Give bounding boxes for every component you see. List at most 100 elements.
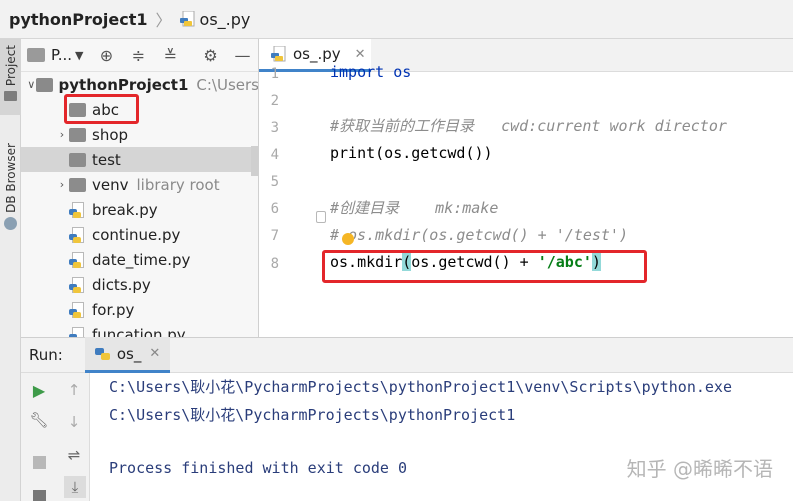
project-tool-tab[interactable]: Project <box>0 39 21 115</box>
breadcrumb-project[interactable]: pythonProject1 <box>9 10 148 29</box>
folder-icon <box>69 177 86 192</box>
run-console[interactable]: C:\Users\耿小花\PycharmProjects\pythonProje… <box>90 373 793 501</box>
python-file-icon <box>69 276 86 293</box>
tree-row-root[interactable]: ∨ pythonProject1 C:\Users <box>21 72 259 97</box>
code-line-3: #获取当前的工作目录 cwd:current work director <box>330 117 727 135</box>
library-root-hint: library root <box>136 175 220 194</box>
python-file-icon <box>271 45 287 62</box>
console-line: Process finished with exit code 0 <box>109 459 408 477</box>
tree-row-file[interactable]: dicts.py <box>21 272 258 297</box>
soft-wrap-icon[interactable]: ⇌ <box>65 446 83 464</box>
console-line: C:\Users\耿小花\PycharmProjects\pythonProje… <box>109 406 516 424</box>
scrollbar-thumb[interactable] <box>251 146 258 176</box>
python-file-icon <box>69 226 86 243</box>
console-line: C:\Users\耿小花\PycharmProjects\pythonProje… <box>109 378 732 396</box>
locate-icon[interactable]: ⊕ <box>97 46 115 65</box>
project-toolbar: P... ▼ ⊕ ≑ ≚ ⚙ — <box>21 39 258 72</box>
tree-row-file[interactable]: date_time.py <box>21 247 258 272</box>
tree-row-file[interactable]: funcation.py <box>21 322 258 338</box>
watermark: 知乎 @晞晞不语 <box>626 457 773 481</box>
tree-label: funcation.py <box>92 325 186 338</box>
tree-label: pythonProject1 <box>58 75 189 94</box>
tree-label: venv <box>92 175 129 194</box>
chevron-right-icon[interactable]: › <box>55 178 69 191</box>
database-icon <box>4 216 17 230</box>
lightbulb-icon[interactable] <box>342 233 354 245</box>
project-tool-window: P... ▼ ⊕ ≑ ≚ ⚙ — ∨ pythonProject1 C:\Use… <box>21 39 259 337</box>
tree-label: dicts.py <box>92 275 151 294</box>
tree-row-file[interactable]: continue.py <box>21 222 258 247</box>
python-file-icon <box>69 201 86 218</box>
chevron-right-icon[interactable]: › <box>55 128 69 141</box>
chevron-down-icon[interactable]: ▼ <box>75 49 83 62</box>
line-number: 7 <box>270 228 279 244</box>
expand-all-icon[interactable]: ≑ <box>129 46 147 65</box>
run-icon[interactable]: ▶ <box>30 381 48 400</box>
project-tree: ∨ pythonProject1 C:\Users abc › shop tes… <box>21 72 259 338</box>
tree-label: for.py <box>92 300 135 319</box>
tree-label: break.py <box>92 200 158 219</box>
run-title: Run: <box>29 346 63 364</box>
tree-row-file[interactable]: for.py <box>21 297 258 322</box>
tree-label: date_time.py <box>92 250 191 269</box>
folder-icon <box>69 152 86 167</box>
line-number: 4 <box>270 147 279 163</box>
run-tab-label: os_ <box>116 344 142 363</box>
tree-label: test <box>92 150 121 169</box>
python-file-icon <box>69 301 86 318</box>
comment-hash: # <box>330 226 340 244</box>
line-number: 2 <box>270 93 279 109</box>
arrow-up-icon[interactable]: ↑ <box>65 381 83 399</box>
wrench-icon[interactable]: 🔧︎ <box>29 411 48 429</box>
db-browser-tool-tab[interactable]: DB Browser <box>0 139 21 271</box>
line-number: 1 <box>270 66 279 82</box>
line-gutter: 1 2 3 4 5 6 7 8 <box>259 66 315 337</box>
tree-path: C:\Users <box>196 75 259 94</box>
line-number: 6 <box>270 201 279 217</box>
python-file-icon <box>69 251 86 268</box>
tree-row-abc[interactable]: abc <box>21 97 258 122</box>
code-text: import os <box>330 63 412 81</box>
run-toolbar-secondary: ↑ ↓ ⇌ ⤓ <box>57 373 90 501</box>
tree-row-file[interactable]: break.py <box>21 197 258 222</box>
code-text: os.mkdir(os.getcwd() + '/test') <box>348 226 628 244</box>
editor-area: os_.py ✕ 1 2 3 4 5 6 7 8 import os #获取当前… <box>259 39 793 337</box>
highlight-box-abc <box>64 94 139 124</box>
tree-row-venv[interactable]: › venv library root <box>21 172 258 197</box>
project-view-dropdown[interactable]: P... <box>51 46 72 64</box>
layout-icon[interactable] <box>30 487 48 501</box>
close-icon[interactable]: ✕ <box>149 346 160 361</box>
breadcrumb-separator: 〉 <box>155 11 172 30</box>
tree-row-test[interactable]: test <box>21 147 258 172</box>
tree-label: shop <box>92 125 129 144</box>
line-number: 3 <box>270 120 279 136</box>
chevron-down-icon[interactable]: ∨ <box>27 78 36 91</box>
code-content[interactable]: import os #获取当前的工作目录 cwd:current work di… <box>330 63 793 337</box>
code-line-1: import os <box>330 59 411 86</box>
stop-icon[interactable] <box>30 453 48 471</box>
tree-row-shop[interactable]: › shop <box>21 122 258 147</box>
python-file-icon <box>69 326 86 337</box>
python-file-icon <box>94 346 111 362</box>
folder-icon <box>4 91 17 102</box>
run-tool-header: Run: os_ ✕ <box>21 337 793 373</box>
python-file-icon <box>179 10 196 27</box>
scroll-to-end-icon[interactable]: ⤓ <box>64 476 86 498</box>
left-tool-strip: Project DB Browser <box>0 39 21 501</box>
code-line-6: #创建目录 mk:make <box>330 199 499 217</box>
project-tool-label: Project <box>3 45 18 87</box>
folder-icon <box>27 48 45 62</box>
fold-marker-icon[interactable] <box>316 211 326 223</box>
run-toolbar-primary: ▶ 🔧︎ <box>21 373 57 501</box>
collapse-all-icon[interactable]: ≚ <box>161 46 179 65</box>
run-tab-os[interactable]: os_ ✕ <box>84 337 171 373</box>
gear-icon[interactable]: ⚙ <box>201 46 219 65</box>
breadcrumb-file[interactable]: os_.py <box>200 10 251 29</box>
tree-label: continue.py <box>92 225 181 244</box>
folder-icon <box>35 77 53 92</box>
line-number: 5 <box>270 174 279 190</box>
arrow-down-icon[interactable]: ↓ <box>65 413 83 431</box>
highlight-box-code-line <box>322 250 647 283</box>
hide-icon[interactable]: — <box>233 46 251 65</box>
code-line-4: print(os.getcwd()) <box>330 144 493 162</box>
